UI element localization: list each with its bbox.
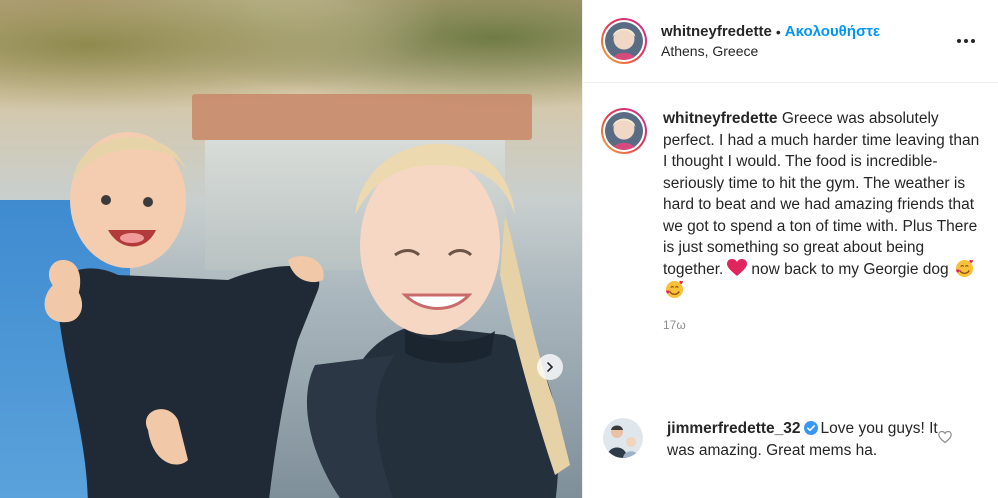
- author-username[interactable]: whitneyfredette: [661, 23, 772, 40]
- photo-woman: [307, 143, 570, 498]
- post-timestamp[interactable]: 17ω: [663, 315, 985, 337]
- commenter-avatar[interactable]: [603, 418, 643, 458]
- smiling-face-with-hearts-emoji-icon: [955, 259, 974, 277]
- post-photo[interactable]: [0, 0, 582, 498]
- follow-button[interactable]: Ακολουθήστε: [785, 23, 880, 40]
- more-options-button[interactable]: [952, 27, 980, 55]
- caption-text-part2: now back to my Georgie dog: [751, 260, 949, 278]
- post-side-panel: whitneyfredette • Ακολουθήστε Athens, Gr…: [582, 0, 998, 498]
- instagram-post: whitneyfredette • Ακολουθήστε Athens, Gr…: [0, 0, 998, 498]
- heart-outline-icon[interactable]: [938, 430, 952, 444]
- commenter-avatar-image: [603, 418, 643, 458]
- caption-author-avatar[interactable]: [601, 108, 647, 154]
- post-caption: whitneyfredette Greece was absolutely pe…: [601, 108, 986, 336]
- verified-badge-icon: [803, 421, 818, 435]
- author-avatar-image: [605, 22, 643, 60]
- separator-dot: •: [775, 23, 781, 40]
- commenter-username[interactable]: jimmerfredette_32: [667, 420, 801, 437]
- caption-text: whitneyfredette Greece was absolutely pe…: [663, 108, 985, 302]
- caption-author-avatar-image: [605, 112, 643, 150]
- smiling-face-with-hearts-emoji-icon: [665, 280, 684, 299]
- post-location[interactable]: Athens, Greece: [661, 43, 952, 59]
- heart-emoji-icon: [727, 258, 748, 276]
- comment-item: jimmerfredette_32 Love you guys! It was a…: [601, 418, 986, 462]
- carousel-next-button[interactable]: [537, 354, 563, 380]
- more-options-icon: [957, 39, 975, 43]
- post-header: whitneyfredette • Ακολουθήστε Athens, Gr…: [583, 0, 998, 83]
- caption-text-part1: Greece was absolutely perfect. I had a m…: [663, 110, 980, 278]
- chevron-right-icon: [547, 362, 554, 372]
- caption-username[interactable]: whitneyfredette: [663, 110, 778, 127]
- author-avatar[interactable]: [601, 18, 647, 64]
